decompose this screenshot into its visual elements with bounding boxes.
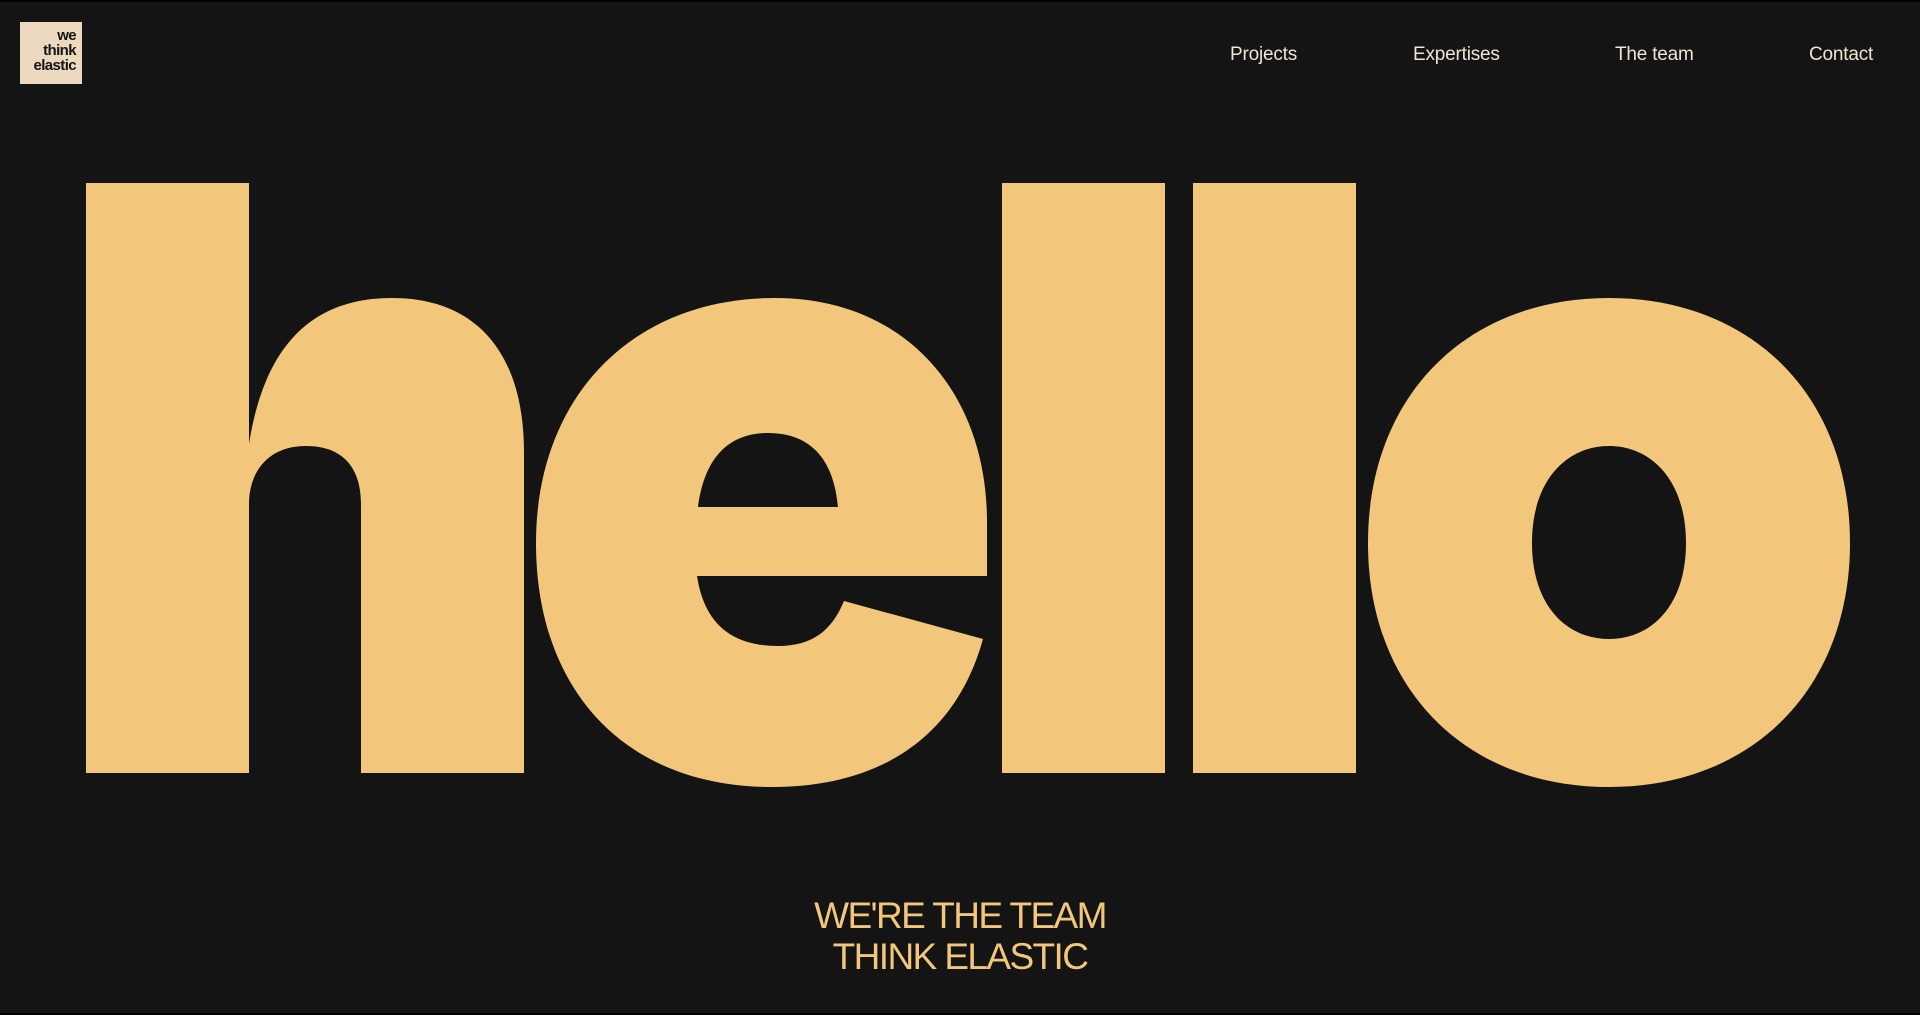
- hero-letter-l-2: [1193, 183, 1356, 773]
- hero-letter-e: [536, 298, 987, 787]
- nav-item-expertises[interactable]: Expertises: [1413, 43, 1500, 67]
- tagline-line-2: THINK ELASTIC: [832, 936, 1089, 977]
- hero-word-graphic: hello: [86, 183, 1850, 787]
- tagline-line-1: WE'RE THE TEAM: [814, 895, 1107, 936]
- nav-item-projects[interactable]: Projects: [1230, 43, 1297, 67]
- hero-letter-l-1: [1002, 183, 1165, 773]
- nav-item-contact[interactable]: Contact: [1809, 43, 1873, 67]
- hero-letter-h: [86, 183, 524, 773]
- main-nav: Projects Expertises The team Contact: [0, 43, 1920, 67]
- page: we think elastic Projects Expertises The…: [0, 0, 1920, 1015]
- tagline: WE'RE THE TEAM THINK ELASTIC: [0, 895, 1920, 977]
- hero-word: hello: [0, 2, 1920, 1013]
- nav-item-the-team[interactable]: The team: [1615, 43, 1694, 67]
- hero-letter-o: [1368, 298, 1850, 787]
- logo-line-we: we: [57, 27, 76, 44]
